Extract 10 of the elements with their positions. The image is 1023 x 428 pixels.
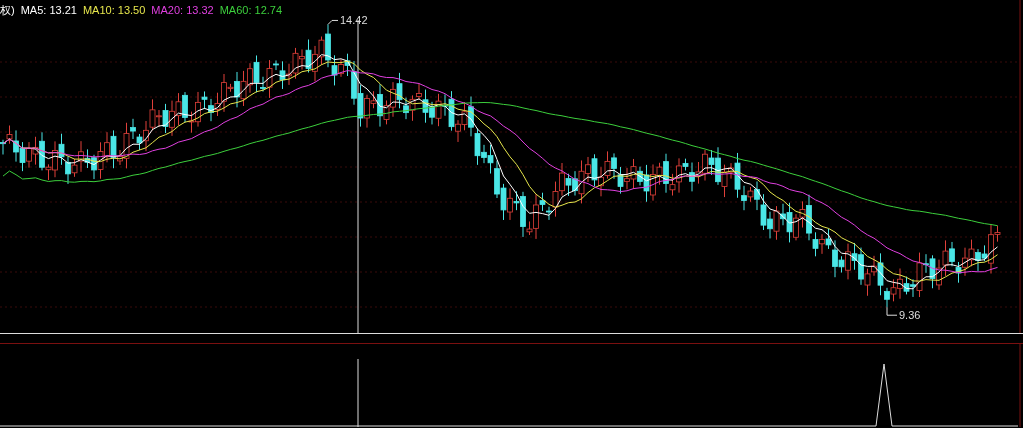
legend-prefix: 权)	[0, 3, 15, 17]
crosshair-line	[357, 358, 359, 427]
high-price-label: 14.42	[340, 14, 368, 27]
moving-average-label: MA10: 13.50	[82, 3, 146, 17]
low-price-label: 9.36	[899, 309, 921, 322]
leader-line	[327, 19, 339, 25]
moving-average-label: MA60: 12.74	[219, 3, 283, 17]
moving-average-label: MA5: 13.21	[20, 3, 77, 17]
leader-line	[886, 306, 898, 316]
moving-average-label: MA20: 13.32	[151, 3, 214, 17]
